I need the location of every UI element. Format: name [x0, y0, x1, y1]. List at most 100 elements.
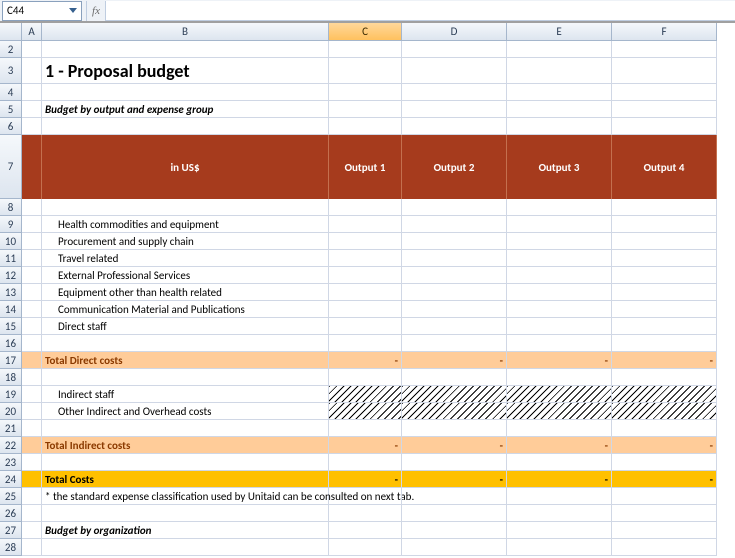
- row-header-10[interactable]: 10: [0, 233, 22, 250]
- name-box[interactable]: C44: [2, 1, 82, 21]
- row-header-5[interactable]: 5: [0, 101, 22, 118]
- total-indirect-val[interactable]: -: [507, 437, 612, 454]
- row-header-25[interactable]: 25: [0, 488, 22, 505]
- cell[interactable]: [612, 284, 717, 301]
- cell[interactable]: [612, 488, 717, 505]
- cell[interactable]: [612, 386, 717, 403]
- cell[interactable]: [22, 318, 42, 335]
- cell[interactable]: [329, 488, 402, 505]
- cell[interactable]: [22, 301, 42, 318]
- cell[interactable]: [507, 522, 612, 539]
- cell[interactable]: [402, 369, 507, 386]
- cell[interactable]: [22, 284, 42, 301]
- cell[interactable]: [329, 335, 402, 352]
- cell[interactable]: [402, 58, 507, 84]
- cell[interactable]: [507, 386, 612, 403]
- row-header-13[interactable]: 13: [0, 284, 22, 301]
- cell[interactable]: [402, 250, 507, 267]
- line-item[interactable]: Travel related: [42, 250, 329, 267]
- total-costs-val[interactable]: -: [612, 471, 717, 488]
- cell[interactable]: [22, 369, 42, 386]
- cell[interactable]: [22, 505, 42, 522]
- cell[interactable]: [329, 539, 402, 556]
- cell[interactable]: [22, 233, 42, 250]
- line-item[interactable]: External Professional Services: [42, 267, 329, 284]
- line-item[interactable]: Indirect staff: [42, 386, 329, 403]
- cell[interactable]: [612, 101, 717, 118]
- cell[interactable]: [507, 84, 612, 101]
- cell[interactable]: [42, 41, 329, 58]
- line-item[interactable]: Direct staff: [42, 318, 329, 335]
- cell[interactable]: [402, 41, 507, 58]
- cell[interactable]: [329, 301, 402, 318]
- cell[interactable]: [612, 58, 717, 84]
- cell[interactable]: [507, 58, 612, 84]
- cell[interactable]: [612, 233, 717, 250]
- col-header-E[interactable]: E: [507, 23, 612, 41]
- cell[interactable]: [22, 386, 42, 403]
- row-header-15[interactable]: 15: [0, 318, 22, 335]
- cell[interactable]: [402, 284, 507, 301]
- cell[interactable]: [22, 488, 42, 505]
- cell[interactable]: [507, 41, 612, 58]
- total-indirect-label[interactable]: Total Indirect costs: [42, 437, 329, 454]
- cell[interactable]: [42, 420, 329, 437]
- cell[interactable]: [402, 539, 507, 556]
- cell[interactable]: [22, 522, 42, 539]
- col-header-B[interactable]: B: [42, 23, 329, 41]
- col-header-F[interactable]: F: [612, 23, 717, 41]
- row-header-28[interactable]: 28: [0, 539, 22, 556]
- row-header-4[interactable]: 4: [0, 84, 22, 101]
- total-direct-val[interactable]: -: [612, 352, 717, 369]
- cell[interactable]: [329, 233, 402, 250]
- table-header-output4[interactable]: Output 4: [612, 135, 717, 199]
- cell[interactable]: [507, 335, 612, 352]
- cell[interactable]: [507, 420, 612, 437]
- cell[interactable]: [612, 454, 717, 471]
- cell[interactable]: [329, 522, 402, 539]
- total-indirect-val[interactable]: -: [612, 437, 717, 454]
- col-header-C[interactable]: C: [329, 23, 402, 41]
- row-header-7[interactable]: 7: [0, 135, 22, 199]
- cell[interactable]: [42, 335, 329, 352]
- line-item[interactable]: Other Indirect and Overhead costs: [42, 403, 329, 420]
- line-item[interactable]: Equipment other than health related: [42, 284, 329, 301]
- cell[interactable]: [507, 505, 612, 522]
- select-all-corner[interactable]: [0, 23, 22, 41]
- cell[interactable]: [402, 101, 507, 118]
- cell[interactable]: [507, 250, 612, 267]
- cell[interactable]: [22, 267, 42, 284]
- cell[interactable]: [22, 250, 42, 267]
- row-header-17[interactable]: 17: [0, 352, 22, 369]
- cell[interactable]: [612, 84, 717, 101]
- cell[interactable]: [612, 403, 717, 420]
- cell[interactable]: [22, 335, 42, 352]
- cell[interactable]: [507, 369, 612, 386]
- cell[interactable]: [22, 135, 42, 199]
- total-costs-val[interactable]: -: [329, 471, 402, 488]
- cell[interactable]: [402, 118, 507, 135]
- fx-icon[interactable]: fx: [86, 1, 106, 21]
- cell[interactable]: [507, 284, 612, 301]
- cell[interactable]: [507, 539, 612, 556]
- total-indirect-val[interactable]: -: [329, 437, 402, 454]
- cell[interactable]: [507, 454, 612, 471]
- cell[interactable]: [22, 352, 42, 369]
- total-costs-val[interactable]: -: [507, 471, 612, 488]
- cell[interactable]: [22, 199, 42, 216]
- cell[interactable]: [402, 522, 507, 539]
- cell[interactable]: [612, 199, 717, 216]
- cell[interactable]: [42, 84, 329, 101]
- cell[interactable]: [22, 58, 42, 84]
- cell[interactable]: [22, 118, 42, 135]
- cell[interactable]: [329, 403, 402, 420]
- cell[interactable]: [329, 505, 402, 522]
- row-header-24[interactable]: 24: [0, 471, 22, 488]
- cell[interactable]: [329, 216, 402, 233]
- cell[interactable]: [329, 386, 402, 403]
- cell[interactable]: [329, 84, 402, 101]
- cell[interactable]: [329, 454, 402, 471]
- row-header-12[interactable]: 12: [0, 267, 22, 284]
- cell[interactable]: [612, 267, 717, 284]
- row-header-16[interactable]: 16: [0, 335, 22, 352]
